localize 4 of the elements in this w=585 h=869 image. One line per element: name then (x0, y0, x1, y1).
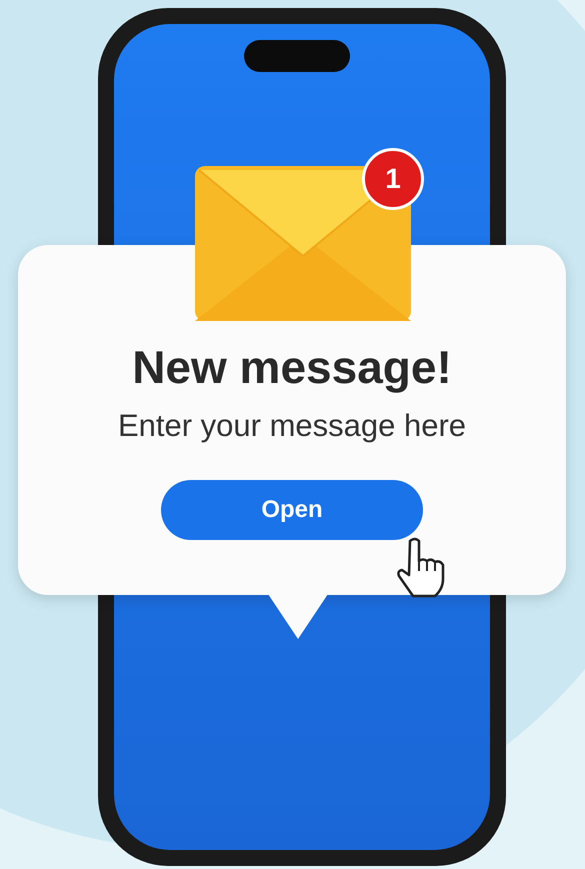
notification-title: New message! (132, 340, 452, 394)
open-button[interactable]: Open (161, 480, 423, 540)
envelope-icon (195, 166, 411, 321)
notification-message: Enter your message here (118, 408, 466, 444)
